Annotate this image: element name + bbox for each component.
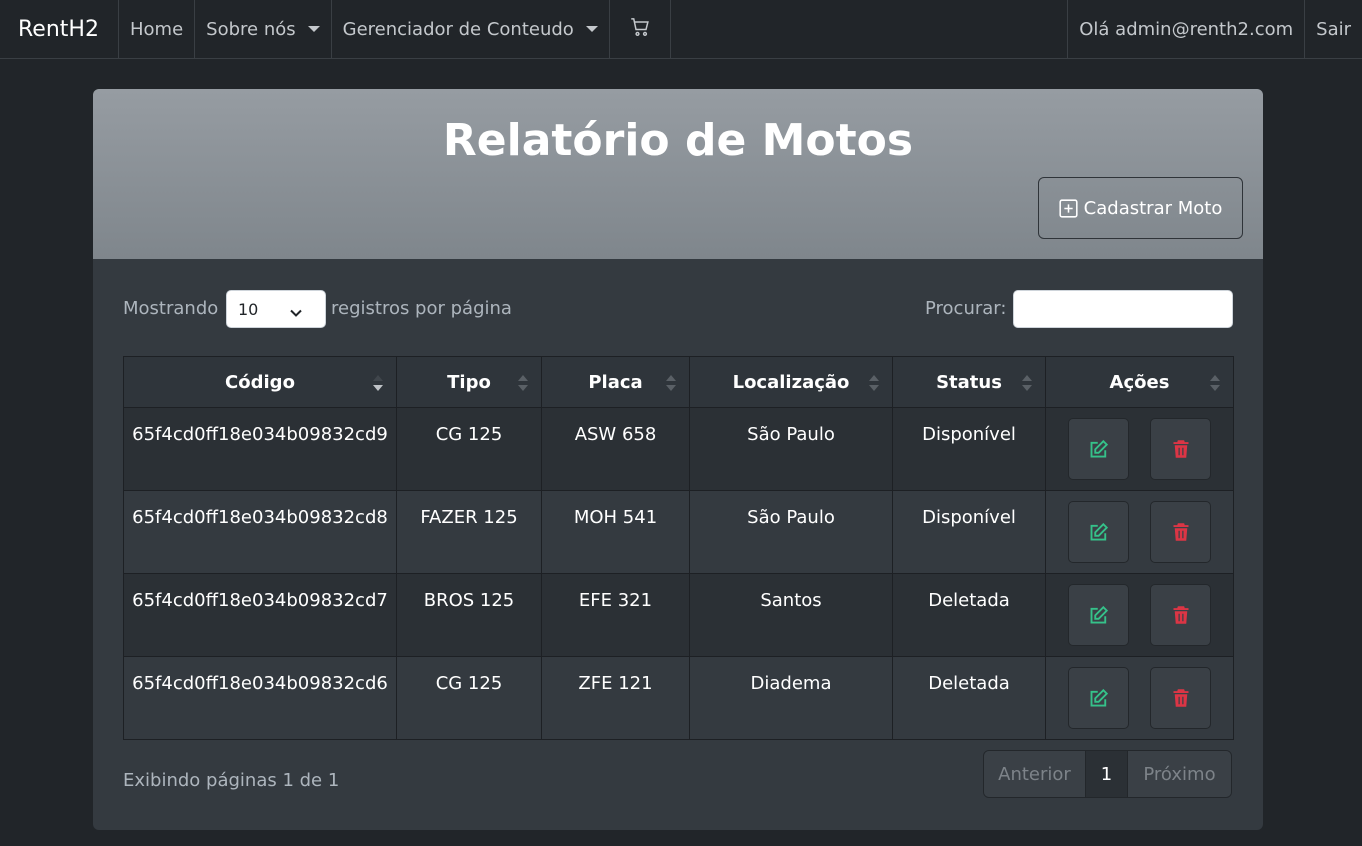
cell-tipo: CG 125 — [396, 656, 542, 740]
cell-status: Disponível — [892, 407, 1046, 491]
delete-button[interactable] — [1150, 501, 1211, 563]
col-header-label: Placa — [588, 371, 643, 393]
edit-icon — [1090, 688, 1108, 707]
delete-button[interactable] — [1150, 584, 1211, 646]
nav-content-manager-dropdown[interactable]: Gerenciador de Conteudo — [332, 0, 610, 58]
page-size-select[interactable]: 10 — [226, 290, 326, 328]
nav-about-label: Sobre nós — [206, 18, 296, 40]
col-header-localizacao[interactable]: Localização — [689, 356, 893, 408]
nav-content-manager-label: Gerenciador de Conteudo — [342, 18, 574, 40]
sort-icon — [869, 375, 879, 391]
col-header-placa[interactable]: Placa — [541, 356, 690, 408]
nav-about-dropdown[interactable]: Sobre nós — [195, 0, 332, 58]
nav-logout[interactable]: Sair — [1305, 0, 1362, 58]
edit-button[interactable] — [1068, 667, 1129, 729]
cell-placa: EFE 321 — [541, 573, 690, 657]
table-row: 65f4cd0ff18e034b09832cd9 CG 125 ASW 658 … — [123, 407, 1234, 491]
pagination-next[interactable]: Próximo — [1128, 751, 1231, 797]
col-header-tipo[interactable]: Tipo — [396, 356, 542, 408]
edit-button[interactable] — [1068, 501, 1129, 563]
plus-square-icon — [1059, 198, 1078, 218]
edit-button[interactable] — [1068, 584, 1129, 646]
cart-icon — [630, 17, 650, 42]
edit-icon — [1090, 605, 1108, 624]
card-header: Relatório de Motos Cadastrar Moto — [93, 89, 1263, 259]
sort-icon — [666, 375, 676, 391]
col-header-label: Localização — [732, 371, 850, 393]
col-header-label: Ações — [1109, 371, 1170, 393]
cell-localizacao: Santos — [689, 573, 893, 657]
page-size-value: 10 — [238, 299, 259, 319]
table-row: 65f4cd0ff18e034b09832cd7 BROS 125 EFE 32… — [123, 573, 1234, 657]
add-moto-label: Cadastrar Moto — [1083, 197, 1223, 219]
pagination: Anterior 1 Próximo — [983, 750, 1232, 798]
search-label: Procurar: — [925, 298, 1007, 319]
cell-placa: ASW 658 — [541, 407, 690, 491]
nav-home[interactable]: Home — [119, 0, 196, 58]
cell-tipo: FAZER 125 — [396, 490, 542, 574]
table-row: 65f4cd0ff18e034b09832cd6 CG 125 ZFE 121 … — [123, 656, 1234, 740]
cell-status: Disponível — [892, 490, 1046, 574]
cell-actions — [1045, 490, 1234, 574]
nav-cart[interactable] — [610, 0, 671, 58]
cell-codigo: 65f4cd0ff18e034b09832cd8 — [123, 490, 397, 574]
cell-placa: ZFE 121 — [541, 656, 690, 740]
table-header-row: Código Tipo Placa Localização Status Açõ… — [123, 356, 1234, 408]
cell-actions — [1045, 573, 1234, 657]
sort-icon — [518, 375, 528, 391]
delete-button[interactable] — [1150, 667, 1211, 729]
trash-icon — [1173, 606, 1188, 624]
cell-codigo: 65f4cd0ff18e034b09832cd6 — [123, 656, 397, 740]
top-navbar: RentH2 Home Sobre nós Gerenciador de Con… — [0, 0, 1362, 59]
col-header-acoes[interactable]: Ações — [1045, 356, 1234, 408]
col-header-label: Tipo — [447, 371, 491, 393]
pagination-info: Exibindo páginas 1 de 1 — [123, 770, 340, 791]
cell-localizacao: Diadema — [689, 656, 893, 740]
edit-button[interactable] — [1068, 418, 1129, 480]
col-header-status[interactable]: Status — [892, 356, 1046, 408]
cell-status: Deletada — [892, 573, 1046, 657]
cell-tipo: CG 125 — [396, 407, 542, 491]
caret-down-icon — [585, 26, 598, 32]
cell-localizacao: São Paulo — [689, 407, 893, 491]
sort-icon — [1022, 375, 1032, 391]
cell-placa: MOH 541 — [541, 490, 690, 574]
col-header-codigo[interactable]: Código — [123, 356, 397, 408]
search-input[interactable] — [1013, 290, 1233, 328]
pagination-page-1[interactable]: 1 — [1086, 751, 1128, 797]
col-header-label: Status — [936, 371, 1002, 393]
cell-status: Deletada — [892, 656, 1046, 740]
edit-icon — [1090, 439, 1108, 458]
page-title: Relatório de Motos — [442, 115, 914, 166]
col-header-label: Código — [225, 371, 295, 393]
cell-localizacao: São Paulo — [689, 490, 893, 574]
trash-icon — [1173, 689, 1188, 707]
cell-tipo: BROS 125 — [396, 573, 542, 657]
trash-icon — [1173, 523, 1188, 541]
report-card: Relatório de Motos Cadastrar Moto Mostra… — [93, 89, 1263, 830]
nav-greeting[interactable]: Olá admin@renth2.com — [1067, 0, 1306, 58]
delete-button[interactable] — [1150, 418, 1211, 480]
chevron-down-icon — [289, 303, 303, 322]
showing-label: Mostrando — [123, 298, 219, 319]
motos-table: Código Tipo Placa Localização Status Açõ… — [123, 356, 1234, 740]
edit-icon — [1090, 522, 1108, 541]
cell-actions — [1045, 656, 1234, 740]
add-moto-button[interactable]: Cadastrar Moto — [1038, 177, 1243, 239]
sort-desc-icon — [373, 375, 383, 391]
trash-icon — [1173, 440, 1188, 458]
caret-down-icon — [307, 26, 320, 32]
sort-icon — [1210, 375, 1220, 391]
table-row: 65f4cd0ff18e034b09832cd8 FAZER 125 MOH 5… — [123, 490, 1234, 574]
cell-codigo: 65f4cd0ff18e034b09832cd9 — [123, 407, 397, 491]
brand-link[interactable]: RentH2 — [0, 0, 119, 58]
pagination-prev[interactable]: Anterior — [984, 751, 1086, 797]
cell-actions — [1045, 407, 1234, 491]
per-page-label: registros por página — [331, 298, 512, 319]
cell-codigo: 65f4cd0ff18e034b09832cd7 — [123, 573, 397, 657]
